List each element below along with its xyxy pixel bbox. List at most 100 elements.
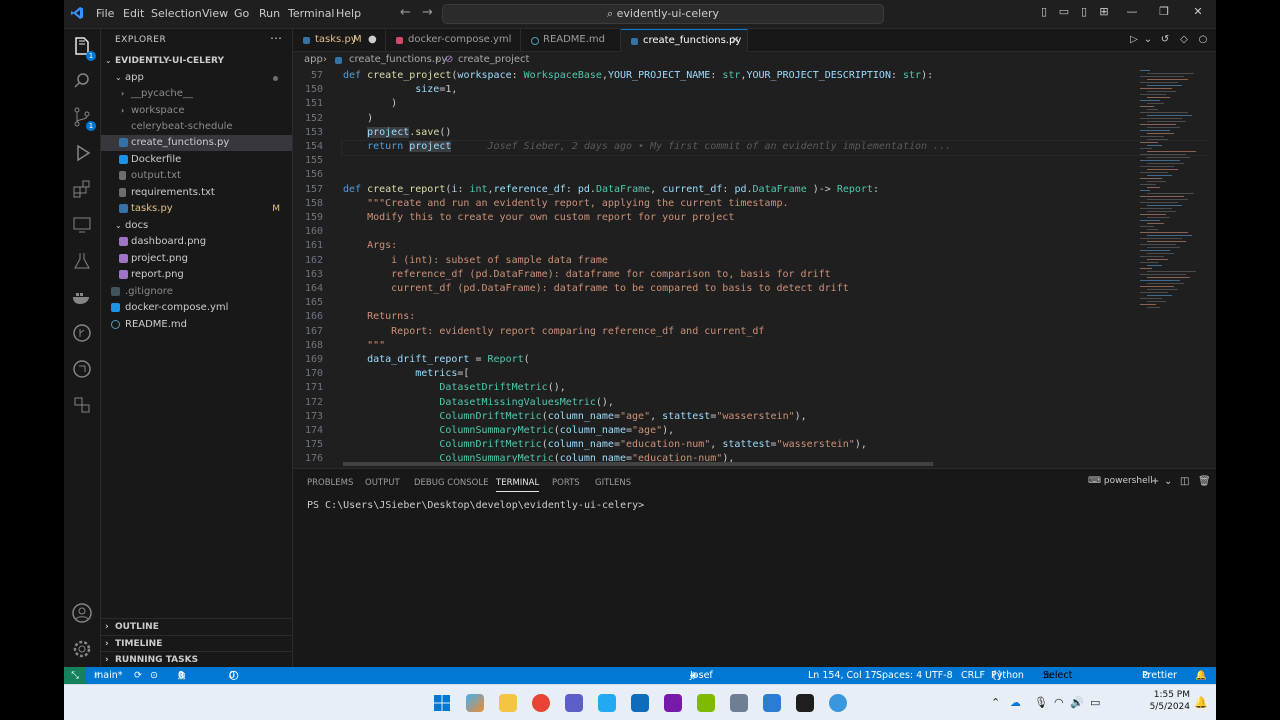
widgets-icon[interactable] bbox=[466, 694, 484, 712]
command-center-search[interactable]: ⌕ evidently-ui-celery bbox=[442, 4, 884, 24]
code-line[interactable]: ColumnSummaryMetric(column_name="age"), bbox=[343, 424, 674, 438]
notifications-bell-icon[interactable]: 🔔 bbox=[1195, 667, 1207, 684]
tree-item-app[interactable]: ⌄ app bbox=[101, 70, 292, 86]
tab-ports[interactable]: PORTS bbox=[552, 478, 580, 488]
tab-close-icon[interactable]: ✕ bbox=[731, 30, 739, 52]
terminal-app-icon[interactable] bbox=[796, 694, 814, 712]
microphone-icon[interactable]: 🎙 bbox=[1034, 696, 1048, 709]
terminal-shell-selector[interactable]: ⌨ powershell bbox=[1088, 476, 1153, 486]
code-line[interactable]: """ bbox=[343, 339, 385, 353]
code-line[interactable]: DatasetDriftMetric(), bbox=[343, 381, 565, 395]
tree-item-workspace[interactable]: › workspace bbox=[101, 103, 292, 119]
code-line[interactable]: ) bbox=[343, 112, 373, 126]
restore-icon[interactable]: ❐ bbox=[1158, 6, 1170, 18]
gitlens-icon[interactable] bbox=[70, 321, 94, 345]
tree-item-dashboard-png[interactable]: dashboard.png bbox=[101, 234, 292, 250]
indentation[interactable]: Spaces: 4 bbox=[876, 667, 922, 684]
tree-item-output[interactable]: output.txt bbox=[101, 168, 292, 184]
unsaved-dot-icon[interactable]: ● bbox=[368, 29, 377, 51]
battery-icon[interactable]: ▭ bbox=[1090, 696, 1100, 709]
timeline-icon[interactable]: ○ bbox=[1197, 33, 1209, 47]
tab-problems[interactable]: PROBLEMS bbox=[307, 478, 353, 488]
code-line[interactable]: def create_report(i: int,reference_df: p… bbox=[343, 183, 879, 197]
code-line[interactable]: i (int): subset of sample data frame bbox=[343, 254, 608, 268]
chrome-icon[interactable] bbox=[532, 694, 550, 712]
taskbar-clock[interactable]: 1:55 PM 5/5/2024 bbox=[1144, 689, 1190, 713]
split-terminal-icon[interactable]: ◫ bbox=[1180, 476, 1189, 487]
minimap[interactable] bbox=[1136, 68, 1206, 368]
code-line[interactable]: reference_df (pd.DataFrame): dataframe f… bbox=[343, 268, 831, 282]
remote-explorer-icon[interactable] bbox=[70, 213, 94, 237]
code-line[interactable]: data_drift_report = Report( bbox=[343, 353, 530, 367]
tree-item-readme[interactable]: README.md bbox=[101, 317, 292, 333]
vscode-taskbar-icon[interactable] bbox=[598, 694, 616, 712]
run-debug-icon[interactable] bbox=[70, 141, 94, 165]
menu-help[interactable]: Help bbox=[336, 7, 361, 20]
account-icon[interactable] bbox=[70, 601, 94, 625]
toggle-sidebar-icon[interactable]: ▯ bbox=[1038, 6, 1050, 18]
breadcrumb-symbol[interactable]: create_project bbox=[458, 52, 529, 68]
windows-start-icon[interactable] bbox=[433, 694, 451, 712]
code-line[interactable]: ) bbox=[343, 97, 397, 111]
python-env-icon[interactable] bbox=[70, 357, 94, 381]
onenote-icon[interactable] bbox=[664, 694, 682, 712]
tab-create-functions[interactable]: create_functions.py ✕ bbox=[621, 29, 748, 52]
code-line[interactable]: Returns: bbox=[343, 310, 415, 324]
tab-terminal[interactable]: TERMINAL bbox=[496, 478, 540, 492]
onedrive-icon[interactable]: ☁ bbox=[1010, 696, 1021, 709]
close-window-icon[interactable]: ✕ bbox=[1192, 6, 1204, 18]
tree-item-tasks[interactable]: tasks.py M bbox=[101, 201, 292, 217]
testing-icon[interactable] bbox=[70, 249, 94, 273]
vertical-scrollbar[interactable] bbox=[1208, 68, 1216, 468]
code-line[interactable]: ColumnDriftMetric(column_name="age", sta… bbox=[343, 410, 806, 424]
tree-item-requirements[interactable]: requirements.txt bbox=[101, 185, 292, 201]
remote-connect-icon[interactable] bbox=[70, 393, 94, 417]
tree-item-dockerfile[interactable]: Dockerfile bbox=[101, 152, 292, 168]
menu-selection[interactable]: Selection bbox=[151, 7, 202, 20]
code-line[interactable]: current_df (pd.DataFrame): dataframe to … bbox=[343, 282, 849, 296]
horizontal-scrollbar[interactable] bbox=[343, 462, 933, 466]
toggle-panel-icon[interactable]: ▭ bbox=[1058, 6, 1070, 18]
explorer-icon[interactable]: 1 bbox=[70, 35, 96, 61]
tree-item-create-functions[interactable]: create_functions.py bbox=[101, 135, 292, 151]
tab-output[interactable]: OUTPUT bbox=[365, 478, 400, 488]
code-line[interactable]: """Create and run an evidently report, a… bbox=[343, 197, 788, 211]
gitlens-action-icon[interactable]: ⊙ bbox=[1215, 33, 1216, 47]
code-line[interactable]: metrics=[ bbox=[343, 367, 469, 381]
compare-icon[interactable]: ◇ bbox=[1178, 33, 1190, 47]
tab-tasks-py[interactable]: tasks.py M ● bbox=[293, 29, 386, 51]
code-line[interactable]: project.save() bbox=[343, 126, 451, 140]
open-changes-icon[interactable]: ↺ bbox=[1159, 33, 1171, 47]
code-line[interactable]: Modify this to create your own custom re… bbox=[343, 211, 734, 225]
run-file-icon[interactable]: ▷ bbox=[1128, 33, 1140, 47]
tree-item-docs[interactable]: ⌄ docs bbox=[101, 218, 292, 234]
tray-chevron-icon[interactable]: ⌃ bbox=[991, 696, 1000, 709]
tab-readme[interactable]: README.md bbox=[521, 29, 621, 51]
menu-go[interactable]: Go bbox=[234, 7, 249, 20]
line-ending[interactable]: CRLF bbox=[961, 667, 985, 684]
kill-terminal-icon[interactable]: 🗑 bbox=[1198, 476, 1211, 487]
extensions-icon[interactable] bbox=[70, 177, 94, 201]
menu-view[interactable]: View bbox=[202, 7, 228, 20]
customize-layout-icon[interactable]: ⊞ bbox=[1098, 6, 1110, 18]
outlook-icon[interactable] bbox=[631, 694, 649, 712]
cursor-position[interactable]: Ln 154, Col 17 bbox=[808, 667, 877, 684]
code-line[interactable]: ColumnDriftMetric(column_name="education… bbox=[343, 438, 867, 452]
teams-icon[interactable] bbox=[565, 694, 583, 712]
terminal-output[interactable]: PS C:\Users\JSieber\Desktop\develop\evid… bbox=[307, 500, 644, 511]
encoding[interactable]: UTF-8 bbox=[925, 667, 953, 684]
tree-item-docker-compose[interactable]: docker-compose.yml bbox=[101, 300, 292, 316]
outline-section[interactable]: › OUTLINE bbox=[101, 618, 292, 635]
minimize-icon[interactable]: — bbox=[1126, 6, 1138, 18]
code-line[interactable]: DatasetMissingValuesMetric(), bbox=[343, 396, 614, 410]
tree-item-project-png[interactable]: project.png bbox=[101, 251, 292, 267]
tree-item-report-png[interactable]: report.png bbox=[101, 267, 292, 283]
tree-item-pycache[interactable]: › __pycache__ bbox=[101, 86, 292, 102]
tree-item-celerybeat[interactable]: celerybeat-schedule bbox=[101, 119, 292, 135]
tab-debug-console[interactable]: DEBUG CONSOLE bbox=[414, 478, 488, 488]
timeline-section[interactable]: › TIMELINE bbox=[101, 635, 292, 652]
code-line[interactable]: size=1, bbox=[343, 83, 457, 97]
menu-file[interactable]: File bbox=[96, 7, 114, 20]
running-tasks-section[interactable]: › RUNNING TASKS bbox=[101, 651, 292, 668]
workspace-root[interactable]: ⌄ EVIDENTLY-UI-CELERY bbox=[101, 53, 292, 69]
